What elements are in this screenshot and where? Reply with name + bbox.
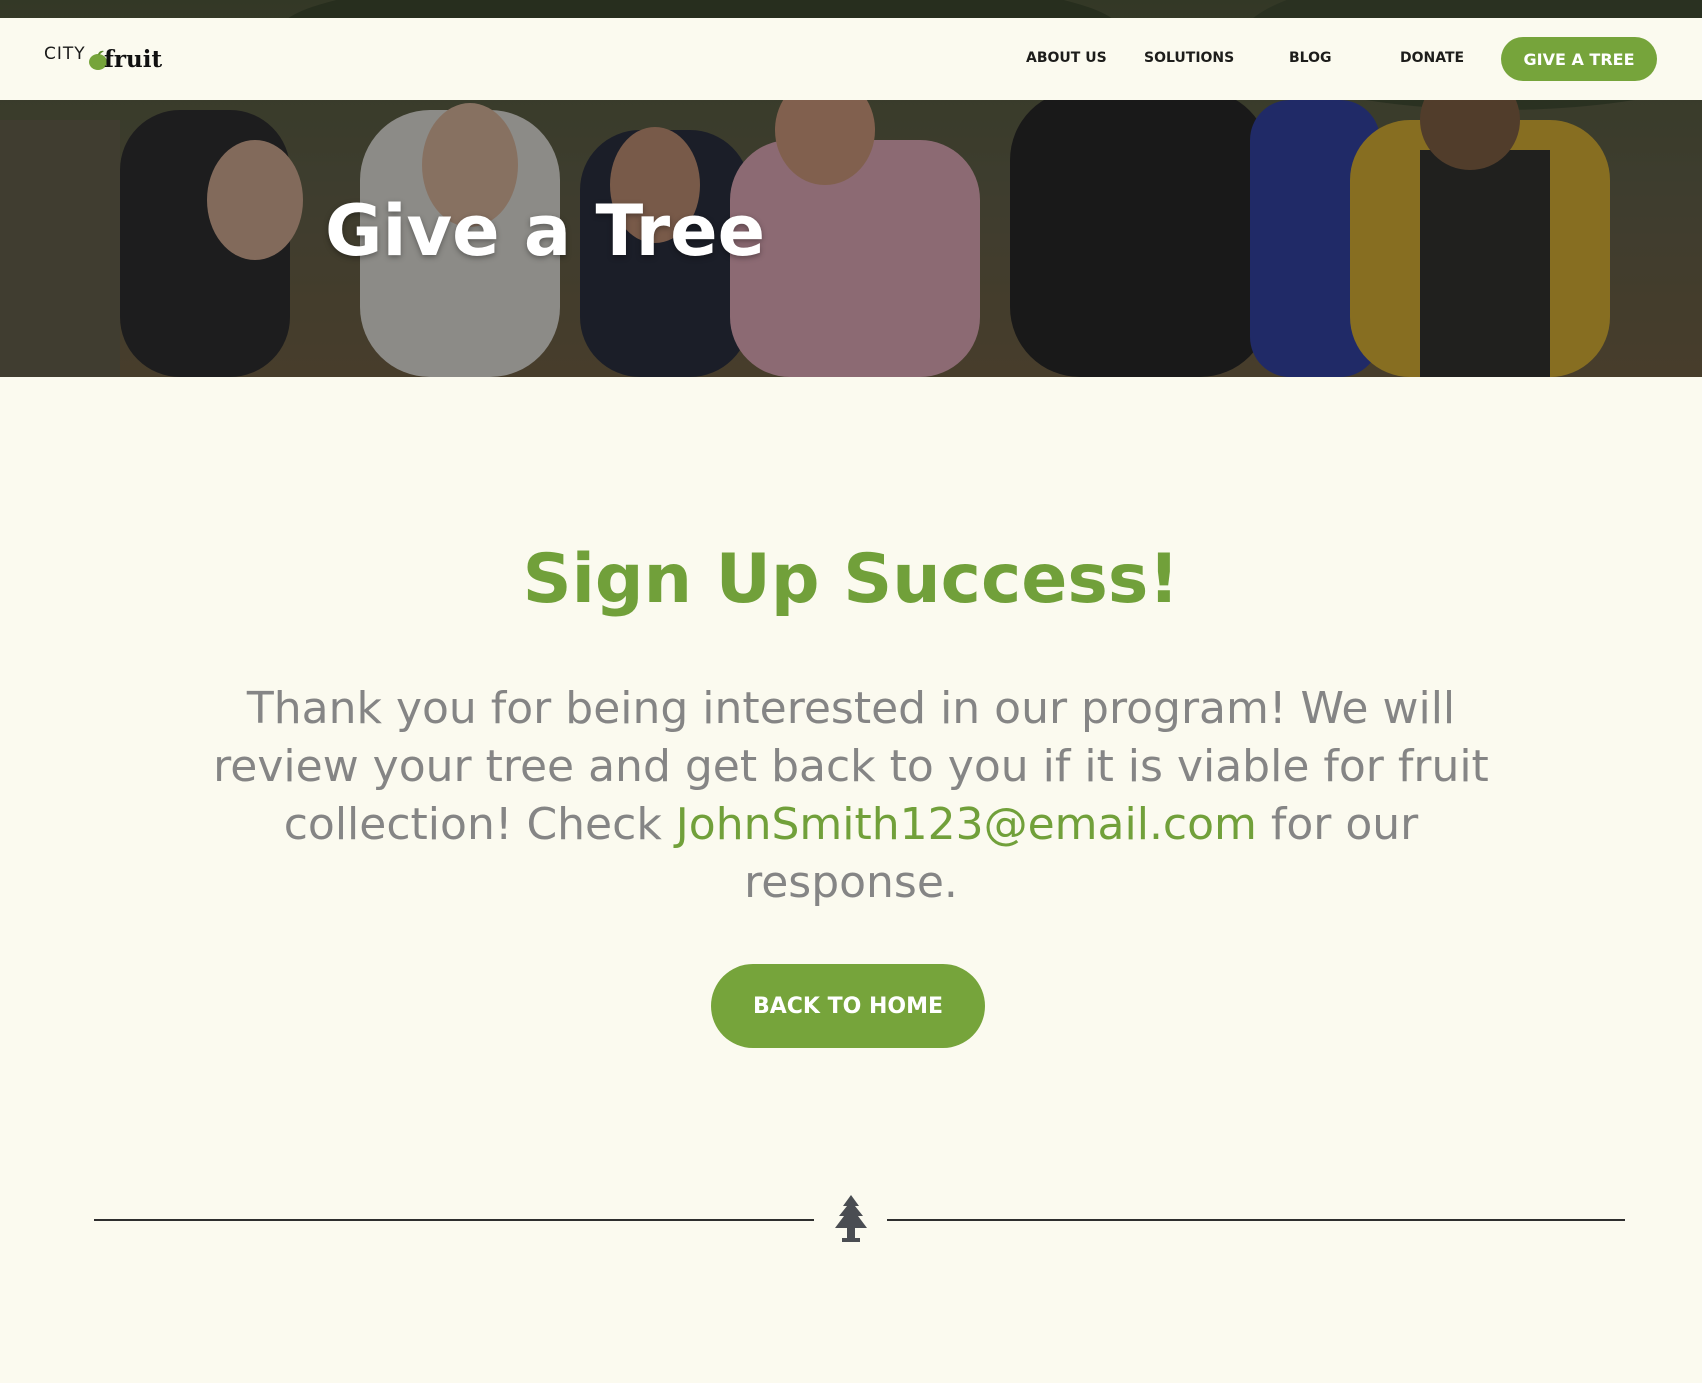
give-a-tree-button[interactable]: GIVE A TREE [1501,37,1657,81]
divider-line-right [887,1219,1625,1221]
hero-title: Give a Tree [325,190,766,272]
email-link[interactable]: JohnSmith123@email.com [676,799,1257,850]
nav-donate[interactable]: DONATE [1400,50,1464,66]
nav-solutions[interactable]: SOLUTIONS [1144,50,1234,66]
success-title: Sign Up Success! [522,540,1180,619]
site-header: CITY fruit ABOUT US SOLUTIONS BLOG DONAT… [0,18,1702,100]
back-to-home-button[interactable]: BACK TO HOME [711,964,985,1048]
nav-blog[interactable]: BLOG [1289,50,1332,66]
divider-line-left [94,1219,814,1221]
nav-about-us[interactable]: ABOUT US [1026,50,1107,66]
tree-icon [835,1195,867,1242]
success-message: Thank you for being interested in our pr… [170,680,1532,912]
main-nav: ABOUT US SOLUTIONS BLOG DONATE GIVE A TR… [0,18,1702,100]
